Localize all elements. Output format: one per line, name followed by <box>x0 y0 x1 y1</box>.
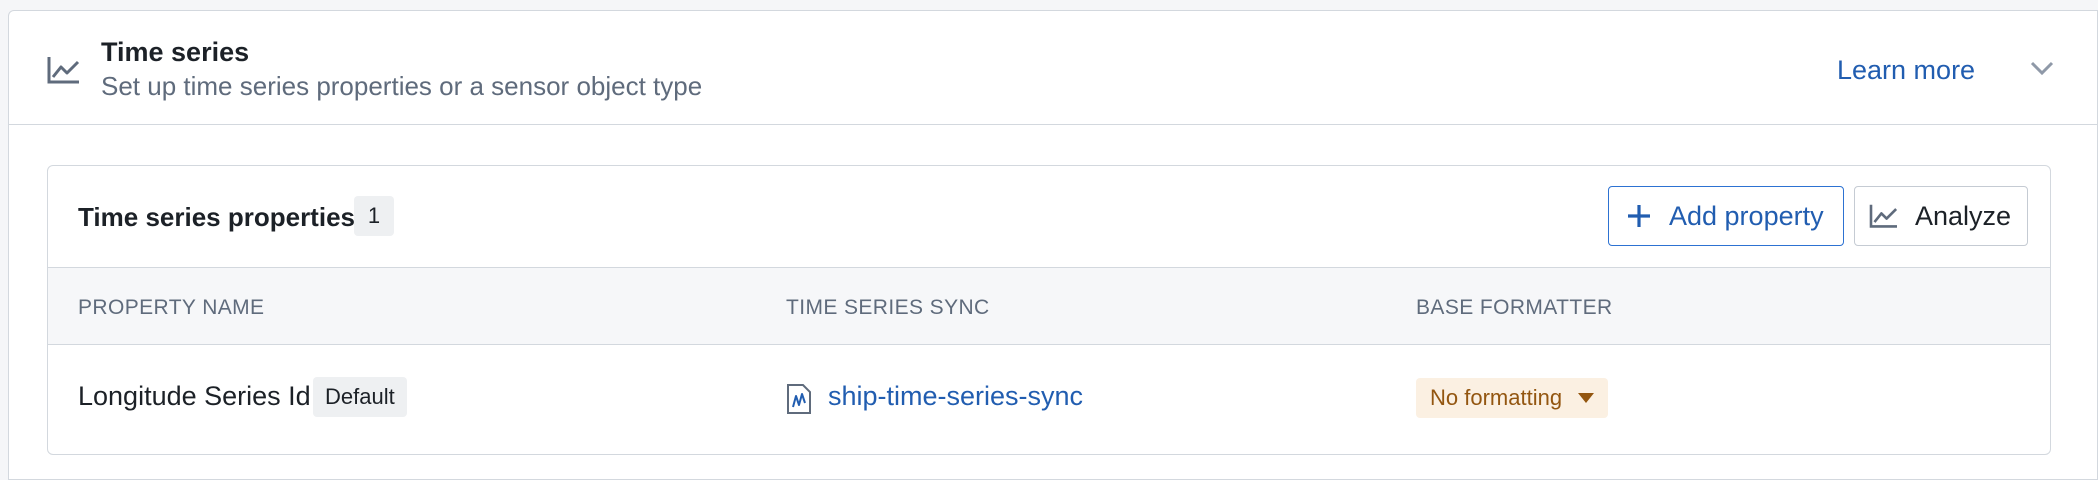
section-subtitle: Set up time series properties or a senso… <box>101 71 703 101</box>
add-property-button[interactable]: Add property <box>1608 186 1844 246</box>
analyze-label: Analyze <box>1915 200 2012 231</box>
analyze-button[interactable]: Analyze <box>1854 186 2028 246</box>
property-count-badge: 1 <box>354 196 394 236</box>
panel-title: Time series properties <box>78 202 355 232</box>
add-property-label: Add property <box>1669 200 1824 231</box>
column-header-base-formatter[interactable]: BASE FORMATTER <box>1416 296 1613 320</box>
time-series-properties-panel: Time series properties 1 Add property An… <box>47 165 2051 455</box>
learn-more-link[interactable]: Learn more <box>1837 55 1975 86</box>
default-tag: Default <box>313 377 407 417</box>
section-header[interactable]: Time series Set up time series propertie… <box>9 11 2097 125</box>
column-header-property-name[interactable]: PROPERTY NAME <box>78 296 264 320</box>
time-series-section: Time series Set up time series propertie… <box>8 10 2098 480</box>
table-row[interactable]: Longitude Series Id Default ship-time-se… <box>48 345 2050 455</box>
chevron-down-icon[interactable] <box>2029 59 2055 77</box>
table-header: PROPERTY NAME TIME SERIES SYNC BASE FORM… <box>48 267 2050 345</box>
property-name-cell: Longitude Series Id <box>78 381 311 411</box>
time-series-sync-link[interactable]: ship-time-series-sync <box>828 381 1083 412</box>
section-title: Time series <box>101 37 250 67</box>
line-chart-icon <box>1869 204 1898 228</box>
base-formatter-value: No formatting <box>1430 385 1563 410</box>
line-chart-icon <box>47 57 80 84</box>
caret-down-icon <box>1578 393 1595 403</box>
column-header-time-series-sync[interactable]: TIME SERIES SYNC <box>786 296 990 320</box>
plus-icon <box>1628 205 1650 227</box>
base-formatter-select[interactable]: No formatting <box>1416 378 1609 418</box>
time-series-file-icon <box>787 384 811 414</box>
